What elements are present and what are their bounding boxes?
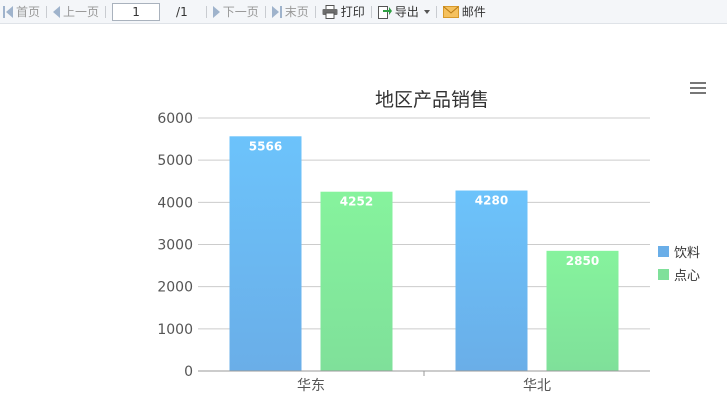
toolbar-divider — [314, 5, 316, 18]
chart-title: 地区产品销售 — [375, 89, 489, 111]
data-label: 5566 — [249, 139, 282, 153]
y-tick-label: 0 — [184, 364, 193, 380]
bar-1-0[interactable] — [455, 190, 528, 371]
legend-swatch — [658, 246, 669, 257]
mail-icon — [442, 5, 459, 18]
toolbar-divider — [205, 5, 207, 18]
toolbar-divider — [264, 5, 266, 18]
chart-legend: 饮料 点心 — [658, 240, 700, 286]
bar-0-0[interactable] — [229, 136, 302, 371]
export-icon — [377, 6, 392, 19]
legend-swatch — [658, 269, 669, 280]
bar-0-1[interactable] — [320, 191, 393, 371]
data-label: 4252 — [340, 195, 373, 209]
next-page-button[interactable]: 下一页 — [212, 0, 259, 24]
next-page-label: 下一页 — [222, 5, 259, 19]
print-label: 打印 — [340, 5, 365, 19]
data-label: 2850 — [566, 254, 599, 268]
last-page-button[interactable]: 末页 — [271, 0, 309, 24]
page-number-input[interactable] — [112, 2, 161, 21]
bar-1-1[interactable] — [546, 250, 619, 371]
y-tick-label: 5000 — [157, 153, 193, 169]
last-page-icon — [271, 5, 282, 18]
printer-icon — [322, 4, 338, 19]
chart-menu-icon[interactable] — [690, 82, 706, 96]
y-tick-label: 4000 — [157, 195, 193, 211]
x-tick-label: 华北 — [523, 378, 551, 394]
prev-page-icon — [53, 5, 61, 18]
y-tick-label: 3000 — [157, 238, 193, 254]
page-total-label: /1 — [176, 4, 188, 19]
next-page-icon — [212, 5, 220, 18]
first-page-icon — [3, 5, 13, 18]
data-label: 4280 — [475, 194, 508, 208]
first-page-button[interactable]: 首页 — [3, 0, 40, 24]
legend-item-series-1[interactable]: 饮料 — [658, 240, 700, 263]
print-button[interactable]: 打印 — [322, 0, 365, 24]
mail-label: 邮件 — [461, 5, 486, 19]
legend-label: 点心 — [674, 269, 701, 284]
legend-label: 饮料 — [674, 246, 701, 261]
y-tick-label: 6000 — [157, 111, 193, 127]
first-page-label: 首页 — [16, 5, 41, 19]
mail-button[interactable]: 邮件 — [442, 0, 486, 24]
chevron-down-icon — [423, 9, 430, 14]
export-button[interactable]: 导出 — [377, 0, 430, 24]
toolbar-divider — [370, 5, 372, 18]
sales-bar-chart: 地区产品销售 5566 4252 4280 2850 0 1000 2000 3000 400… — [157, 89, 650, 394]
export-label: 导出 — [394, 5, 419, 19]
toolbar-divider — [46, 5, 48, 18]
toolbar-divider — [105, 5, 107, 18]
y-tick-label: 1000 — [157, 322, 193, 338]
legend-item-series-2[interactable]: 点心 — [658, 263, 700, 286]
y-tick-label: 2000 — [157, 280, 193, 296]
last-page-label: 末页 — [284, 5, 309, 19]
report-toolbar: 首页 上一页 /1 下一页 末页 打印 导出 — [0, 0, 727, 24]
x-tick-label: 华东 — [297, 378, 325, 394]
toolbar-divider — [435, 5, 437, 18]
prev-page-label: 上一页 — [63, 5, 100, 19]
prev-page-button[interactable]: 上一页 — [53, 0, 99, 24]
